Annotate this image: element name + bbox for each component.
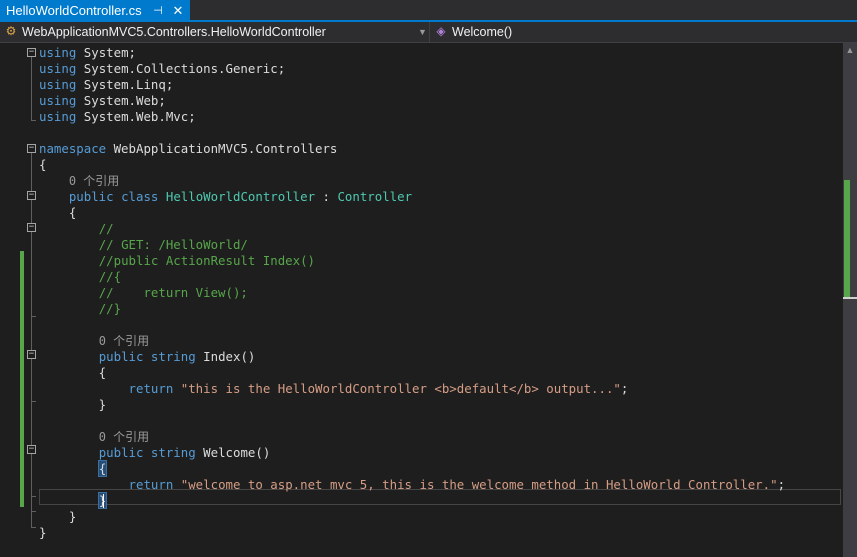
collapse-icon[interactable]: − xyxy=(27,223,36,232)
code-line[interactable]: { xyxy=(39,157,46,173)
chevron-down-icon: ▼ xyxy=(418,27,427,37)
outline-line xyxy=(31,454,32,496)
outline-end xyxy=(31,316,36,317)
code-line[interactable]: //public ActionResult Index() xyxy=(39,253,315,269)
code-line[interactable]: 0 个引用 xyxy=(39,333,149,349)
code-line[interactable]: using System.Web; xyxy=(39,93,166,109)
navigation-bar: ⚙ WebApplicationMVC5.Controllers.HelloWo… xyxy=(0,22,857,43)
code-line[interactable]: 0 个引用 xyxy=(39,429,149,445)
code-line[interactable]: { xyxy=(39,205,76,221)
code-line[interactable]: } xyxy=(39,509,76,525)
collapse-icon[interactable]: − xyxy=(27,48,36,57)
change-marker xyxy=(20,251,24,347)
outline-line xyxy=(31,232,32,316)
pin-icon[interactable]: ⊣ xyxy=(151,0,165,22)
indicator-margin xyxy=(0,43,20,557)
code-line[interactable]: //} xyxy=(39,301,121,317)
tab-hello-world-controller[interactable]: HelloWorldController.cs ⊣ ✕ xyxy=(0,0,190,22)
scroll-up-icon[interactable]: ▲ xyxy=(843,43,857,57)
code-line[interactable]: using System.Linq; xyxy=(39,77,173,93)
type-dropdown-value: WebApplicationMVC5.Controllers.HelloWorl… xyxy=(22,25,326,39)
code-line[interactable]: } xyxy=(39,525,46,541)
collapse-icon[interactable]: − xyxy=(27,445,36,454)
tab-title: HelloWorldController.cs xyxy=(6,3,142,18)
collapse-icon[interactable]: − xyxy=(27,144,36,153)
csharp-project-icon: ⚙ xyxy=(5,24,17,38)
code-line[interactable]: } xyxy=(39,492,108,509)
code-line[interactable]: // GET: /HelloWorld/ xyxy=(39,237,248,253)
code-line[interactable]: return "welcome to asp.net mvc 5, this i… xyxy=(39,477,786,493)
collapse-icon[interactable]: − xyxy=(27,191,36,200)
outline-end xyxy=(31,401,36,402)
code-line[interactable]: public string Welcome() xyxy=(39,445,271,461)
text-caret xyxy=(103,494,104,508)
document-tab-strip: HelloWorldController.cs ⊣ ✕ xyxy=(0,0,857,22)
code-editor[interactable]: − − − − − − using System; using System.Co… xyxy=(0,43,843,557)
outline-end xyxy=(31,511,36,512)
code-line[interactable]: namespace WebApplicationMVC5.Controllers xyxy=(39,141,337,157)
code-line[interactable]: 0 个引用 xyxy=(39,173,119,189)
code-line[interactable]: return "this is the HelloWorldController… xyxy=(39,381,629,397)
code-line[interactable]: using System.Collections.Generic; xyxy=(39,61,285,77)
code-line[interactable]: //{ xyxy=(39,269,121,285)
outline-end xyxy=(31,120,36,121)
code-line[interactable]: using System.Web.Mvc; xyxy=(39,109,196,125)
code-line[interactable]: { xyxy=(39,365,106,381)
code-line[interactable]: } xyxy=(39,397,106,413)
change-overview-marker xyxy=(844,180,850,298)
code-line[interactable]: { xyxy=(39,460,108,477)
method-icon: ◈ xyxy=(436,24,446,38)
caret-position-marker xyxy=(843,297,857,299)
code-line[interactable]: // xyxy=(39,221,114,237)
code-line[interactable]: using System; xyxy=(39,45,136,61)
vertical-scrollbar[interactable]: ▲ xyxy=(843,43,857,557)
change-marker xyxy=(20,347,24,507)
member-dropdown[interactable]: ◈ Welcome() xyxy=(430,22,857,42)
outline-end xyxy=(31,496,36,497)
code-line[interactable]: public class HelloWorldController : Cont… xyxy=(39,189,412,205)
code-line[interactable]: public string Index() xyxy=(39,349,256,365)
member-dropdown-value: Welcome() xyxy=(452,25,513,39)
outline-line xyxy=(31,57,32,121)
outline-end xyxy=(31,527,36,528)
collapse-icon[interactable]: − xyxy=(27,350,36,359)
code-line[interactable]: // return View(); xyxy=(39,285,248,301)
close-icon[interactable]: ✕ xyxy=(171,0,185,22)
type-dropdown[interactable]: ⚙ WebApplicationMVC5.Controllers.HelloWo… xyxy=(0,22,430,42)
outline-line xyxy=(31,359,32,401)
